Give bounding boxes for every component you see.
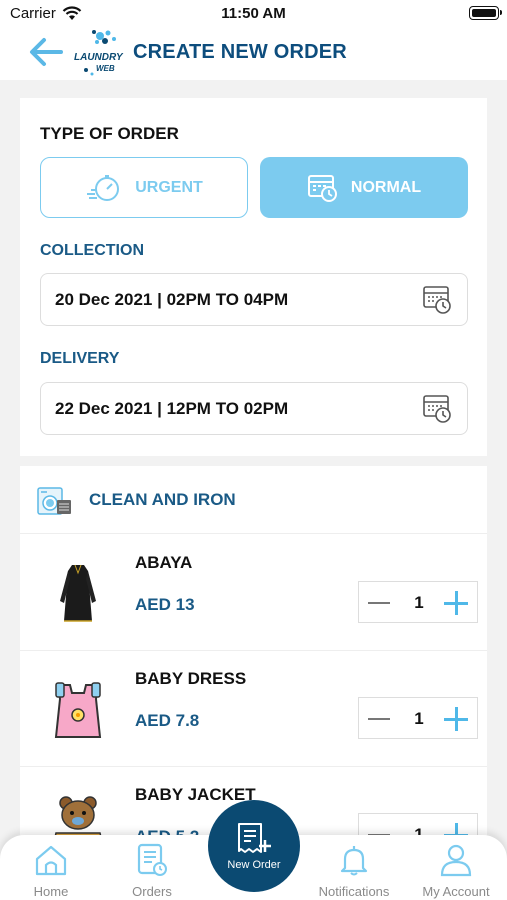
stopwatch-icon <box>87 174 120 201</box>
order-details-card: TYPE OF ORDER URGENT NORMAL COLLECTION 2… <box>20 98 487 456</box>
item-name: BABY DRESS <box>135 669 247 688</box>
decrease-button[interactable] <box>367 707 391 731</box>
category-label: CLEAN AND IRON <box>89 490 236 509</box>
calendar-clock-icon <box>423 395 451 423</box>
increase-button[interactable] <box>443 706 469 732</box>
collection-label: COLLECTION <box>40 242 144 259</box>
clock: 11:50 AM <box>221 5 286 22</box>
svg-text:LAUNDRY: LAUNDRY <box>74 52 124 63</box>
urgent-label: URGENT <box>135 178 203 196</box>
tab-orders-label: Orders <box>132 884 172 899</box>
tab-orders[interactable]: Orders <box>107 843 197 899</box>
tab-account[interactable]: My Account <box>411 843 501 899</box>
new-order-button[interactable]: New Order <box>208 800 300 892</box>
back-arrow-icon[interactable] <box>28 36 64 68</box>
category-header[interactable]: CLEAN AND IRON <box>20 466 487 534</box>
laundry-web-logo: LAUNDRY WEB <box>74 30 124 76</box>
increase-button[interactable] <box>443 590 469 616</box>
user-icon <box>440 844 472 877</box>
quantity-value: 1 <box>414 593 424 612</box>
calendar-clock-icon <box>423 286 451 314</box>
type-of-order-heading: TYPE OF ORDER <box>40 124 179 143</box>
svg-text:WEB: WEB <box>96 64 115 73</box>
bell-icon <box>340 846 368 876</box>
tab-home[interactable]: Home <box>6 843 96 899</box>
delivery-label: DELIVERY <box>40 350 120 367</box>
collection-date-field[interactable]: 20 Dec 2021 | 02PM TO 04PM <box>40 273 468 326</box>
quantity-value: 1 <box>414 709 424 728</box>
normal-label: NORMAL <box>350 178 422 196</box>
delivery-date-value: 22 Dec 2021 | 12PM TO 02PM <box>55 399 289 418</box>
tab-notifications[interactable]: Notifications <box>309 843 399 899</box>
orders-list-icon <box>137 843 167 876</box>
item-price: AED 7.8 <box>135 711 200 730</box>
new-order-icon <box>238 823 271 853</box>
tab-home-label: Home <box>33 884 69 899</box>
abaya-image <box>60 564 96 622</box>
baby-dress-image <box>54 682 102 738</box>
page-title: CREATE NEW ORDER <box>133 41 347 63</box>
tab-notifications-label: Notifications <box>318 884 390 899</box>
item-row: ABAYA AED 13 1 <box>20 535 487 651</box>
delivery-date-field[interactable]: 22 Dec 2021 | 12PM TO 02PM <box>40 382 468 435</box>
calendar-clock-icon <box>307 174 337 202</box>
normal-toggle[interactable]: NORMAL <box>260 157 468 218</box>
item-price: AED 13 <box>135 595 195 614</box>
urgent-toggle[interactable]: URGENT <box>40 157 248 218</box>
battery-icon <box>469 6 502 20</box>
status-bar: Carrier 11:50 AM <box>0 0 507 28</box>
collection-date-value: 20 Dec 2021 | 02PM TO 04PM <box>55 290 289 309</box>
quantity-stepper: 1 <box>358 581 478 623</box>
quantity-stepper: 1 <box>358 697 478 739</box>
item-name: ABAYA <box>135 553 193 572</box>
decrease-button[interactable] <box>367 591 391 615</box>
new-order-label: New Order <box>227 859 281 871</box>
home-icon <box>35 845 67 876</box>
tab-account-label: My Account <box>422 884 490 899</box>
header: LAUNDRY WEB CREATE NEW ORDER <box>0 28 507 80</box>
washing-machine-icon <box>37 487 71 515</box>
item-row: BABY DRESS AED 7.8 1 <box>20 651 487 767</box>
